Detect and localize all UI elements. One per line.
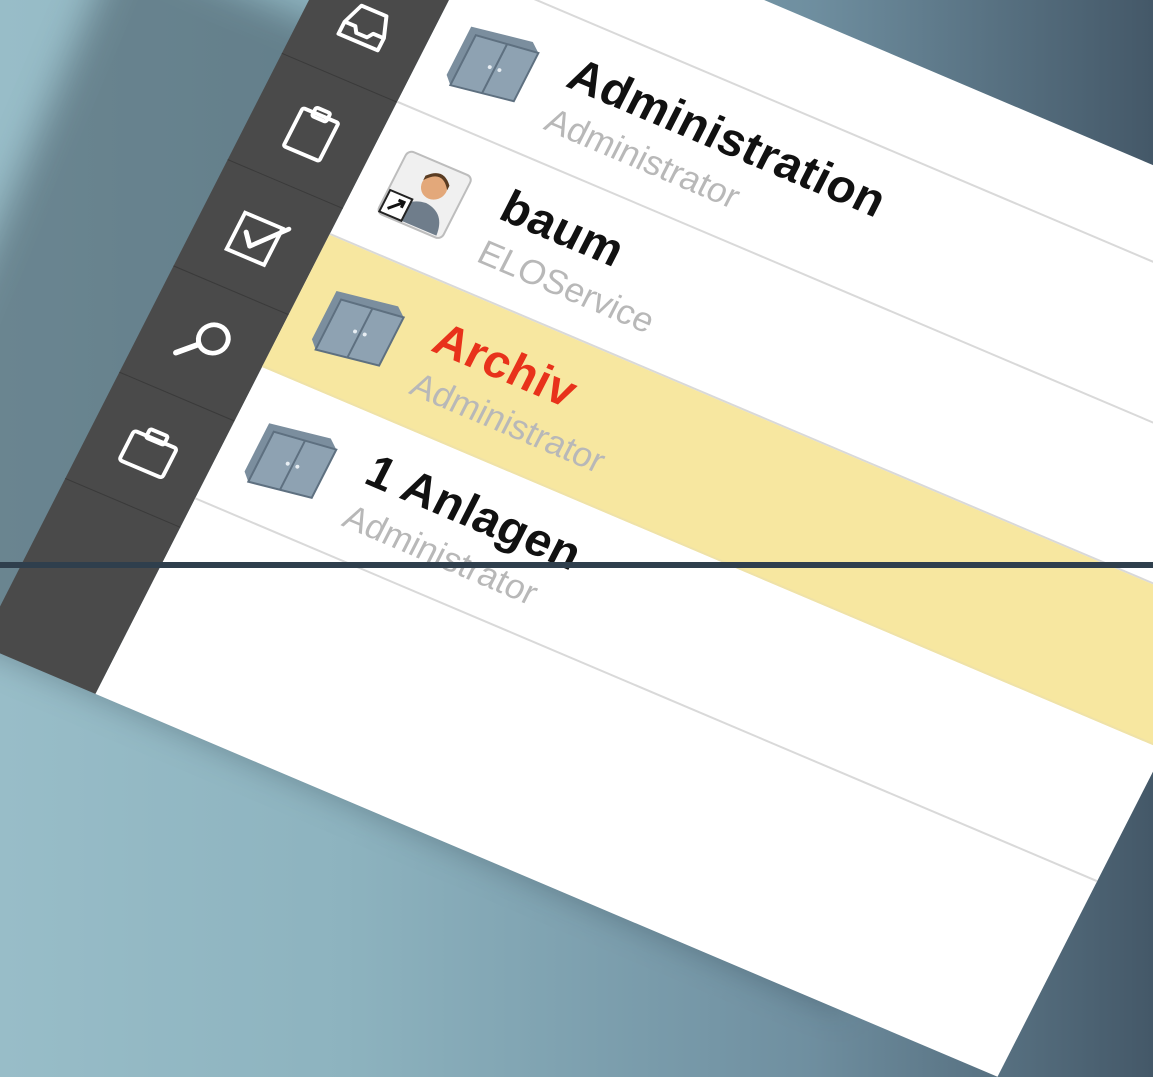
user-shortcut-icon bbox=[377, 150, 472, 239]
checkbox-icon bbox=[223, 209, 291, 268]
cabinet-icon bbox=[446, 26, 540, 103]
bottom-bar bbox=[0, 562, 1153, 568]
search-icon bbox=[172, 322, 231, 356]
cabinet-icon bbox=[244, 423, 338, 499]
clipboard-icon bbox=[281, 105, 340, 163]
cabinet-icon bbox=[311, 291, 406, 367]
app-screen: Administration Administrator baum ELOSer… bbox=[0, 0, 1153, 1077]
inbox-tray-icon bbox=[336, 3, 388, 53]
briefcase-icon bbox=[117, 427, 178, 479]
